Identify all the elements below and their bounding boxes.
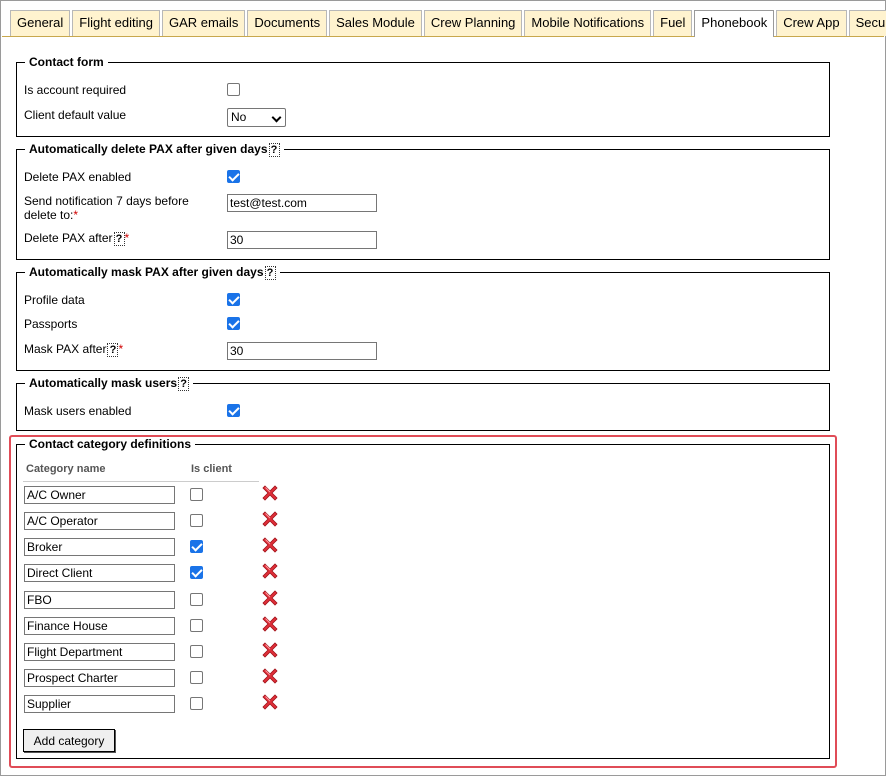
tab-crew-planning[interactable]: Crew Planning <box>423 10 523 36</box>
is-client-checkbox[interactable] <box>190 540 203 553</box>
category-name-input[interactable]: Broker <box>24 538 175 556</box>
mask-users-group: Automatically mask users? <box>16 376 830 431</box>
profile-data-label: Profile data <box>24 293 85 307</box>
is-account-required-label: Is account required <box>24 83 127 97</box>
client-default-select[interactable]: No <box>227 108 286 127</box>
tab-flight-editing[interactable]: Flight editing <box>72 10 160 36</box>
notify-label-line2-wrap: delete to:* <box>24 208 189 222</box>
is-client-checkbox[interactable] <box>190 697 203 710</box>
passports-label: Passports <box>24 317 78 331</box>
delete-icon[interactable] <box>262 694 278 710</box>
mask-pax-group: Automatically mask PAX after given days? <box>16 265 830 371</box>
is-client-checkbox[interactable] <box>190 671 203 684</box>
is-account-required-checkbox[interactable] <box>227 83 240 96</box>
tab-security[interactable]: Security <box>848 10 886 36</box>
notify-label: Send notification 7 days before delete t… <box>24 194 189 222</box>
mask-pax-after-help-icon[interactable]: ? <box>107 343 119 357</box>
col-category-name: Category name <box>26 463 106 475</box>
delete-pax-after-input[interactable]: 30 <box>227 231 377 249</box>
category-name-input[interactable]: A/C Operator <box>24 512 175 530</box>
is-client-checkbox[interactable] <box>190 593 203 606</box>
contact-form-legend: Contact form <box>29 55 104 69</box>
delete-pax-enabled-label: Delete PAX enabled <box>24 170 132 184</box>
delete-pax-enabled-checkbox[interactable] <box>227 170 240 183</box>
delete-icon[interactable] <box>262 537 278 553</box>
client-default-label: Client default value <box>24 108 127 122</box>
delete-pax-after-text: Delete PAX after <box>24 231 113 245</box>
mask-pax-help-icon[interactable]: ? <box>264 266 276 280</box>
delete-icon[interactable] <box>262 668 278 684</box>
passports-checkbox[interactable] <box>227 317 240 330</box>
is-client-checkbox[interactable] <box>190 645 203 658</box>
category-name-input[interactable]: FBO <box>24 591 175 609</box>
category-name-input[interactable]: Flight Department <box>24 643 175 661</box>
add-category-button[interactable]: Add category <box>23 729 115 752</box>
mask-pax-after-input[interactable]: 30 <box>227 342 377 360</box>
profile-data-checkbox[interactable] <box>227 293 240 306</box>
tab-fuel[interactable]: Fuel <box>653 10 693 36</box>
mask-pax-after-text: Mask PAX after <box>24 342 107 356</box>
delete-pax-after-label: Delete PAX after? * <box>24 231 129 246</box>
mask-users-legend-text: Automatically mask users <box>29 376 178 390</box>
mask-pax-legend-text: Automatically mask PAX after given days <box>29 265 264 279</box>
delete-icon[interactable] <box>262 485 278 501</box>
col-is-client: Is client <box>191 463 232 475</box>
notify-label-line2: delete to: <box>24 208 74 222</box>
notify-label-line1: Send notification 7 days before <box>24 194 189 208</box>
mask-users-enabled-label: Mask users enabled <box>24 404 132 418</box>
delete-pax-help-icon[interactable]: ? <box>268 143 280 157</box>
settings-tabs: General Flight editing GAR emails Docume… <box>10 10 886 37</box>
category-name-input[interactable]: Finance House <box>24 617 175 635</box>
mask-users-enabled-checkbox[interactable] <box>227 404 240 417</box>
delete-pax-legend: Automatically delete PAX after given day… <box>25 142 284 157</box>
tab-gar-emails[interactable]: GAR emails <box>161 10 246 36</box>
delete-icon[interactable] <box>262 563 278 579</box>
tab-general[interactable]: General <box>10 10 71 36</box>
is-client-checkbox[interactable] <box>190 488 203 501</box>
mask-users-help-icon[interactable]: ? <box>178 377 190 391</box>
is-client-checkbox[interactable] <box>190 566 203 579</box>
required-mark: * <box>118 342 124 356</box>
tab-sales-module[interactable]: Sales Module <box>329 10 422 36</box>
required-mark: * <box>124 231 130 245</box>
tab-phonebook[interactable]: Phonebook <box>694 10 775 37</box>
mask-users-legend: Automatically mask users? <box>25 376 193 391</box>
delete-pax-legend-text: Automatically delete PAX after given day… <box>29 142 268 156</box>
mask-pax-after-label: Mask PAX after? * <box>24 342 123 357</box>
category-name-input[interactable]: Prospect Charter <box>24 669 175 687</box>
tab-mobile-notifications[interactable]: Mobile Notifications <box>524 10 652 36</box>
is-client-checkbox[interactable] <box>190 514 203 527</box>
delete-icon[interactable] <box>262 616 278 632</box>
delete-icon[interactable] <box>262 590 278 606</box>
delete-pax-after-help-icon[interactable]: ? <box>113 232 125 246</box>
category-name-input[interactable]: Supplier <box>24 695 175 713</box>
required-mark: * <box>73 208 79 222</box>
notify-email-input[interactable]: test@test.com <box>227 194 377 212</box>
category-name-input[interactable]: A/C Owner <box>24 486 175 504</box>
client-default-value: No <box>231 110 247 124</box>
mask-pax-legend: Automatically mask PAX after given days? <box>25 265 280 280</box>
contact-categories-legend: Contact category definitions <box>29 437 192 451</box>
tab-crew-app[interactable]: Crew App <box>776 10 847 36</box>
is-client-checkbox[interactable] <box>190 619 203 632</box>
delete-icon[interactable] <box>262 511 278 527</box>
category-name-input[interactable]: Direct Client <box>24 564 175 582</box>
contact-form-group: Contact form <box>16 55 830 137</box>
delete-icon[interactable] <box>262 642 278 658</box>
tab-documents[interactable]: Documents <box>247 10 328 36</box>
